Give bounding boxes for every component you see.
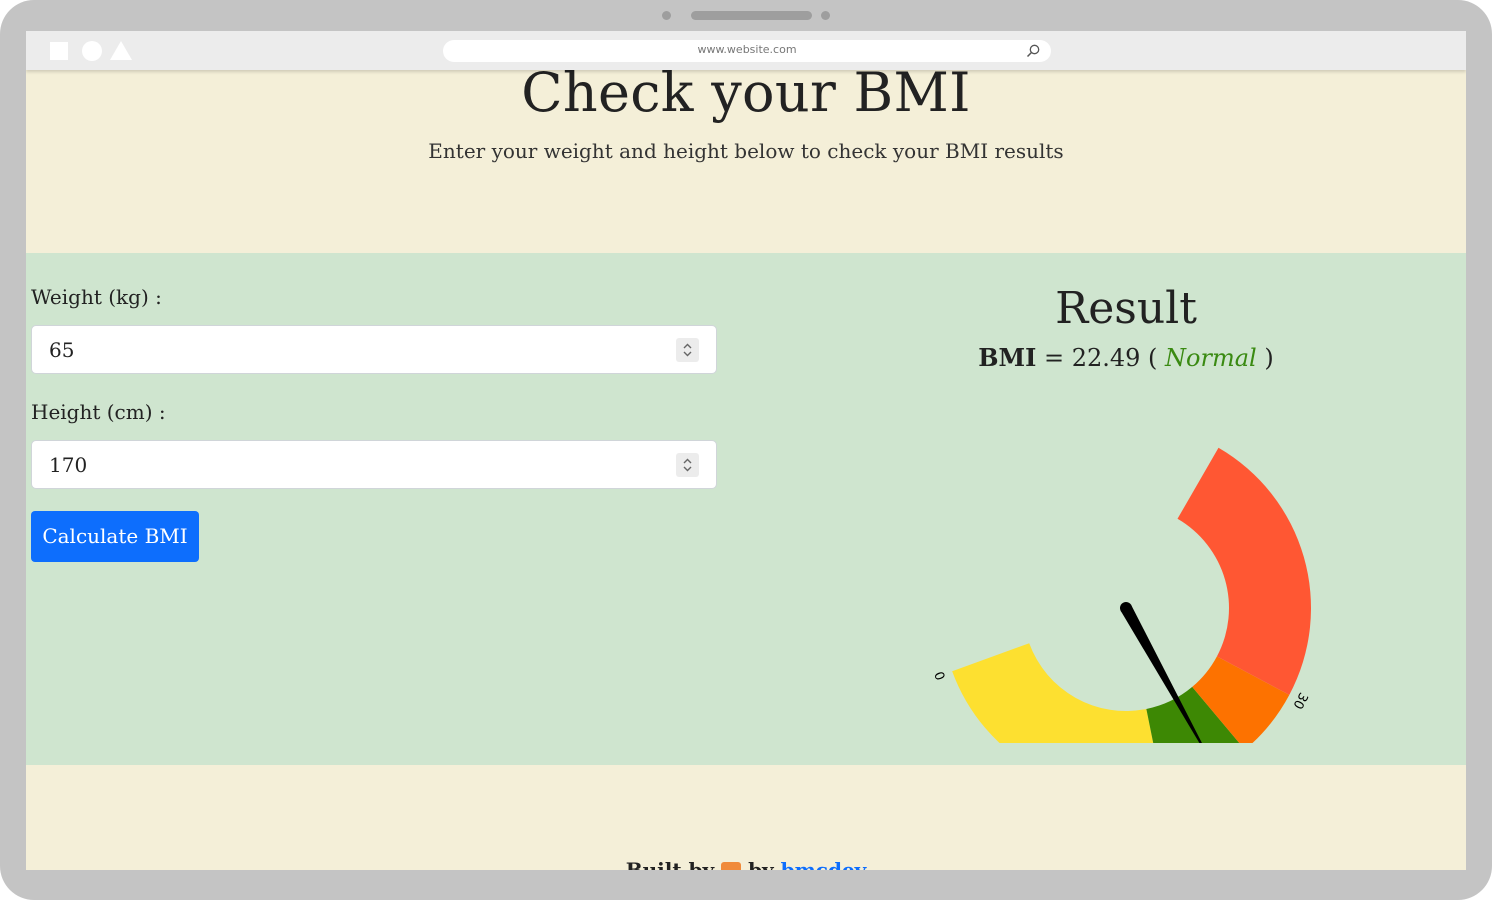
- chevron-up-down-icon: [683, 458, 692, 472]
- heart-icon: [721, 861, 742, 870]
- height-input[interactable]: 170: [31, 440, 717, 489]
- address-bar[interactable]: www.website.com: [443, 40, 1051, 62]
- bmi-result-line: BMI = 22.49 ( Normal ): [926, 343, 1326, 372]
- calculate-bmi-button[interactable]: Calculate BMI: [31, 511, 199, 562]
- close-paren: ): [1256, 344, 1274, 372]
- weight-value: 65: [49, 338, 75, 362]
- height-label: Height (cm) :: [31, 400, 166, 424]
- page-subtitle: Enter your weight and height below to ch…: [428, 139, 1064, 163]
- circle-icon: [82, 41, 102, 61]
- bmi-equals: = 22.49 (: [1036, 344, 1166, 372]
- bmi-category: Normal: [1165, 344, 1257, 372]
- weight-input[interactable]: 65: [31, 325, 717, 374]
- height-stepper[interactable]: [676, 453, 699, 477]
- url-text: www.website.com: [697, 43, 797, 56]
- page-title: Check your BMI: [521, 61, 971, 124]
- gauge-tick-label: 30: [1289, 690, 1310, 712]
- sensor-dot: [821, 11, 830, 20]
- gauge-segment-0: [952, 643, 1154, 743]
- speaker-slot: [691, 11, 812, 20]
- result-title: Result: [1055, 283, 1197, 334]
- weight-stepper[interactable]: [676, 338, 699, 362]
- bmi-label: BMI: [978, 343, 1037, 372]
- page-header: Check your BMI Enter your weight and hei…: [26, 61, 1466, 253]
- browser-screen: www.website.com Check your BMI Enter you…: [26, 31, 1466, 870]
- search-icon[interactable]: [1025, 43, 1041, 59]
- bmi-gauge: 0182530: [932, 447, 1311, 743]
- footer-text: Built by: [625, 858, 715, 870]
- device-frame: www.website.com Check your BMI Enter you…: [0, 0, 1492, 900]
- browser-toolbar: www.website.com: [26, 31, 1466, 70]
- weight-label: Weight (kg) :: [31, 285, 162, 309]
- gauge-segment-3: [1177, 447, 1311, 695]
- gauge-needle-hub: [1120, 602, 1132, 614]
- chevron-up-down-icon: [683, 343, 692, 357]
- author-link[interactable]: bmcdev: [781, 858, 867, 870]
- square-icon: [50, 42, 68, 60]
- triangle-icon: [110, 41, 132, 60]
- gauge-tick-label: 0: [932, 669, 949, 682]
- footer-credit: Built by by bmcdev: [26, 858, 1466, 870]
- camera-dot: [662, 11, 671, 20]
- page-footer: Built by by bmcdev: [26, 765, 1466, 870]
- height-value: 170: [49, 453, 88, 477]
- bmi-panel: Weight (kg) : 65 Height (cm) : 170 Calcu…: [26, 253, 1466, 765]
